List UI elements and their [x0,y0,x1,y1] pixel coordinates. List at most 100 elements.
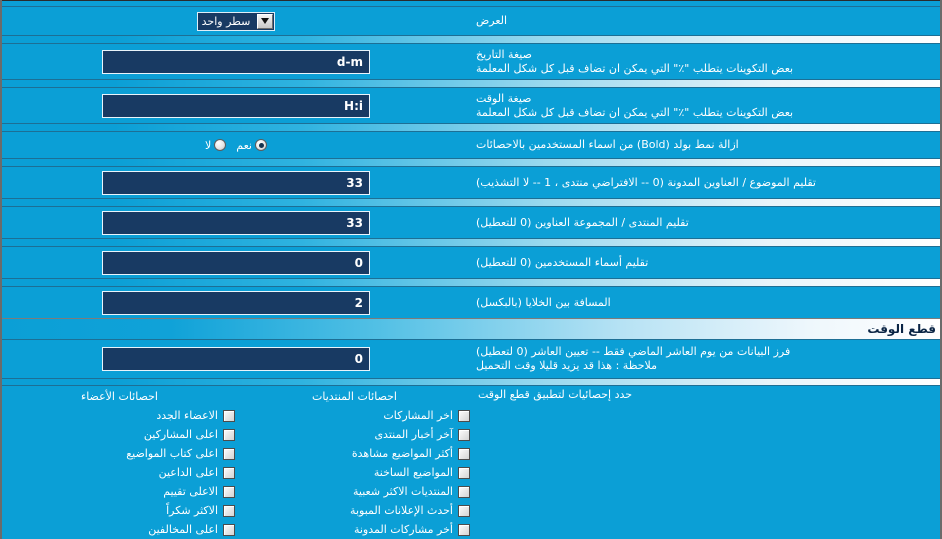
remove-bold-radio-yes-label: نعم [236,138,252,152]
cell-spacing-input[interactable] [102,290,370,315]
row-remove-bold-label-col: ازالة نمط بولد (Bold) من اسماء المستخدمي… [470,138,940,152]
checkbox-row-latest-classifieds[interactable]: أحدث الإعلانات المبوبة [237,501,472,520]
row-cell-spacing: المسافة بين الخلايا (بالبكسل) [2,287,940,318]
separator-3 [2,123,940,132]
checkbox-latest-classifieds[interactable] [457,504,470,517]
stats-column-members: احصائات الأعضاء الاعضاء الجدد اعلى المشا… [2,386,237,539]
checkbox-row-most-thanked[interactable]: الاكثر شكراً [2,501,237,520]
checkbox-row-top-thread-starters[interactable]: اعلى كتاب المواضيع [2,444,237,463]
row-trim-usernames-label: تقليم أسماء المستخدمين (0 للتعطيل) [476,255,649,269]
stats-selection-panel: حدد إحصائيات لتطبيق قطع الوقت احصائات ال… [2,386,940,539]
row-date-format-label-col: صيغة التاريخ بعض التكوينات يتطلب "٪" الت… [470,48,940,76]
separator-6 [2,238,940,247]
row-date-format-hint: بعض التكوينات يتطلب "٪" التي يمكن ان تضا… [476,61,794,75]
checkbox-label-popular-forums: المنتديات الاكثر شعبية [353,485,453,498]
checkbox-latest-posts[interactable] [457,409,470,422]
checkbox-label-new-members: الاعضاء الجدد [156,409,218,422]
row-date-format-field-col [2,49,470,74]
row-trim-thread-titles-label: تقليم الموضوع / العناوين المدونة (0 -- ا… [476,175,816,189]
checkbox-row-most-viewed-threads[interactable]: أكثر المواضيع مشاهدة [237,444,472,463]
checkbox-row-popular-forums[interactable]: المنتديات الاكثر شعبية [237,482,472,501]
radio-unselected-icon[interactable] [214,139,227,151]
row-remove-bold-field-col: نعم لا [2,139,470,152]
time-format-input[interactable] [102,93,370,118]
row-time-cut-days: فرز البيانات من يوم العاشر الماضي فقط --… [2,340,940,378]
stats-column-forums-header: احصائات المنتديات [312,390,397,403]
checkbox-top-referrers[interactable] [223,466,235,479]
trim-forum-titles-input[interactable] [102,210,370,235]
checkbox-forum-news[interactable] [457,428,470,441]
row-trim-usernames: تقليم أسماء المستخدمين (0 للتعطيل) [2,247,940,278]
checkbox-most-thanked[interactable] [223,504,235,517]
checkbox-row-top-rated[interactable]: الاعلى تقييم [2,482,237,501]
checkbox-label-top-rated: الاعلى تقييم [163,485,218,498]
checkbox-top-posters[interactable] [223,428,235,441]
checkbox-hot-threads[interactable] [457,466,470,479]
row-cell-spacing-label-col: المسافة بين الخلايا (بالبكسل) [470,296,940,310]
row-time-cut-days-field-col [2,347,470,371]
remove-bold-radio-group: نعم لا [205,139,267,152]
checkbox-top-rated[interactable] [223,485,235,498]
row-trim-forum-titles-label-col: تقليم المنتدى / المجموعة العناوين (0 للت… [470,216,940,230]
checkbox-latest-blog-posts[interactable] [457,523,470,536]
separator-2 [2,79,940,88]
stats-column-members-header: احصائات الأعضاء [81,390,158,403]
checkbox-popular-forums[interactable] [457,485,470,498]
remove-bold-radio-no[interactable]: لا [205,138,227,152]
checkbox-row-forum-news[interactable]: آخر أخبار المنتدى [237,425,472,444]
row-trim-thread-titles-label-col: تقليم الموضوع / العناوين المدونة (0 -- ا… [470,176,940,190]
row-trim-thread-titles-field-col [2,170,470,195]
checkbox-label-top-thread-starters: اعلى كتاب المواضيع [126,447,218,460]
separator-8 [2,378,940,386]
trim-thread-titles-input[interactable] [102,170,370,195]
chevron-down-icon[interactable] [257,13,274,29]
settings-page: العرض سطر واحد صيغة التاريخ بعض التكوينا… [0,0,942,539]
checkbox-top-thread-starters[interactable] [223,447,235,460]
radio-selected-icon[interactable] [255,139,267,151]
checkbox-label-latest-classifieds: أحدث الإعلانات المبوبة [350,504,453,517]
row-remove-bold: ازالة نمط بولد (Bold) من اسماء المستخدمي… [2,132,940,158]
date-format-input[interactable] [102,49,370,74]
row-time-format-hint: بعض التكوينات يتطلب "٪" التي يمكن ان تضا… [476,105,794,119]
row-time-format-label-col: صيغة الوقت بعض التكوينات يتطلب "٪" التي … [470,92,940,120]
row-display-label-col: العرض [470,14,940,28]
checkbox-new-members[interactable] [223,409,235,422]
row-trim-thread-titles: تقليم الموضوع / العناوين المدونة (0 -- ا… [2,167,940,198]
checkbox-row-hot-threads[interactable]: المواضيع الساخنة [237,463,472,482]
separator-7 [2,278,940,287]
row-time-format-label: صيغة الوقت [476,91,532,105]
trim-usernames-input[interactable] [102,250,370,275]
row-time-format-field-col [2,93,470,118]
stats-column-forums: احصائات المنتديات اخر المشاركات آخر أخبا… [237,386,472,539]
row-display-field-col: سطر واحد [2,11,470,31]
row-display-label: العرض [476,14,508,27]
checkbox-row-top-violators[interactable]: اعلى المخالفين [2,520,237,539]
checkbox-label-most-viewed-threads: أكثر المواضيع مشاهدة [351,447,453,460]
checkbox-label-most-thanked: الاكثر شكراً [166,504,218,517]
display-mode-select-value: سطر واحد [201,14,251,28]
checkbox-most-viewed-threads[interactable] [457,447,470,460]
separator-5 [2,198,940,207]
checkbox-label-top-violators: اعلى المخالفين [148,523,218,536]
checkbox-row-top-referrers[interactable]: اعلى الداعين [2,463,237,482]
top-edge-strip [2,0,940,7]
checkbox-label-latest-posts: اخر المشاركات [383,409,453,422]
checkbox-label-hot-threads: المواضيع الساخنة [373,466,453,479]
row-cell-spacing-label: المسافة بين الخلايا (بالبكسل) [476,295,611,309]
checkbox-row-new-members[interactable]: الاعضاء الجدد [2,406,237,425]
row-trim-usernames-field-col [2,250,470,275]
checkbox-row-top-posters[interactable]: اعلى المشاركين [2,425,237,444]
row-date-format: صيغة التاريخ بعض التكوينات يتطلب "٪" الت… [2,44,940,79]
time-cut-days-input[interactable] [102,347,370,371]
row-time-cut-days-label-col: فرز البيانات من يوم العاشر الماضي فقط --… [470,345,940,373]
checkbox-row-latest-posts[interactable]: اخر المشاركات [237,406,472,425]
remove-bold-radio-no-label: لا [205,138,212,152]
checkbox-row-latest-blog-posts[interactable]: أخر مشاركات المدونة [237,520,472,539]
checkbox-top-violators[interactable] [223,523,235,536]
row-trim-usernames-label-col: تقليم أسماء المستخدمين (0 للتعطيل) [470,256,940,270]
remove-bold-radio-yes[interactable]: نعم [236,139,267,152]
row-time-cut-days-label: فرز البيانات من يوم العاشر الماضي فقط --… [476,345,791,358]
row-remove-bold-label: ازالة نمط بولد (Bold) من اسماء المستخدمي… [476,138,739,151]
display-mode-select[interactable]: سطر واحد [196,11,276,31]
section-header-time-cut: قطع الوقت [2,318,940,340]
